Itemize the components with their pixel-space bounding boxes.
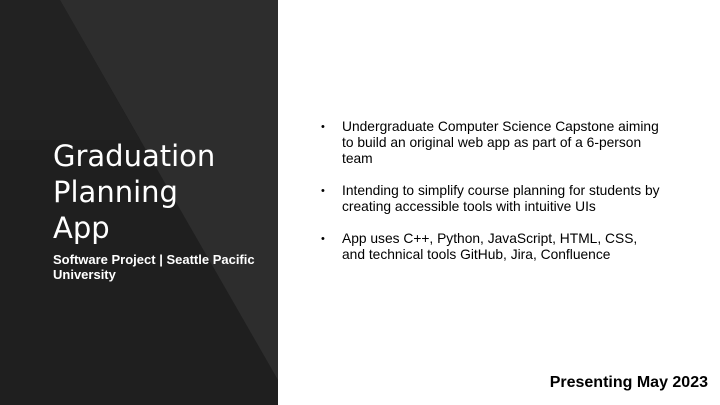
presentation-date: Presenting May 2023: [549, 374, 708, 391]
slide-title: Graduation Planning App: [53, 139, 216, 245]
bullet-icon: •: [321, 233, 325, 245]
bullet-text: App uses C++, Python, JavaScript, HTML, …: [342, 231, 638, 262]
bullet-item: • App uses C++, Python, JavaScript, HTML…: [320, 231, 660, 263]
slide-subtitle: Software Project | Seattle Pacific Unive…: [53, 252, 255, 282]
bullet-icon: •: [321, 185, 325, 197]
bullet-text: Undergraduate Computer Science Capstone …: [342, 119, 659, 166]
title-panel: Graduation Planning App Software Project…: [0, 0, 278, 405]
bullet-list: • Undergraduate Computer Science Capston…: [320, 119, 660, 279]
bullet-text: Intending to simplify course planning fo…: [342, 183, 660, 214]
bullet-item: • Intending to simplify course planning …: [320, 183, 660, 215]
bullet-icon: •: [321, 121, 325, 133]
slide: Graduation Planning App Software Project…: [0, 0, 720, 405]
bullet-item: • Undergraduate Computer Science Capston…: [320, 119, 660, 167]
